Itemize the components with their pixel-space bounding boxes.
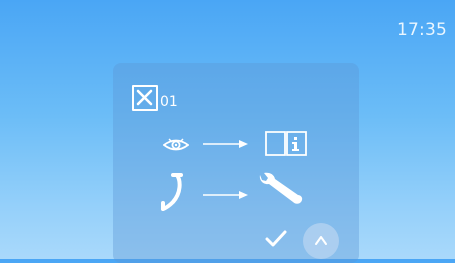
chevron-up-icon: [315, 236, 327, 245]
arrow-right-icon: [203, 140, 248, 148]
error-code: 01: [160, 94, 178, 110]
clock-time: 17:35: [397, 20, 447, 40]
checkmark-icon[interactable]: [265, 230, 287, 248]
eye-icon: [163, 138, 189, 151]
book-info-icon: [265, 131, 307, 156]
phone-handset-icon: [161, 173, 183, 211]
wrench-icon: [259, 172, 303, 204]
close-box-icon: [132, 85, 158, 111]
error-info-panel: 01: [113, 63, 359, 263]
scroll-up-button[interactable]: [303, 223, 339, 259]
arrow-right-icon: [203, 191, 248, 199]
